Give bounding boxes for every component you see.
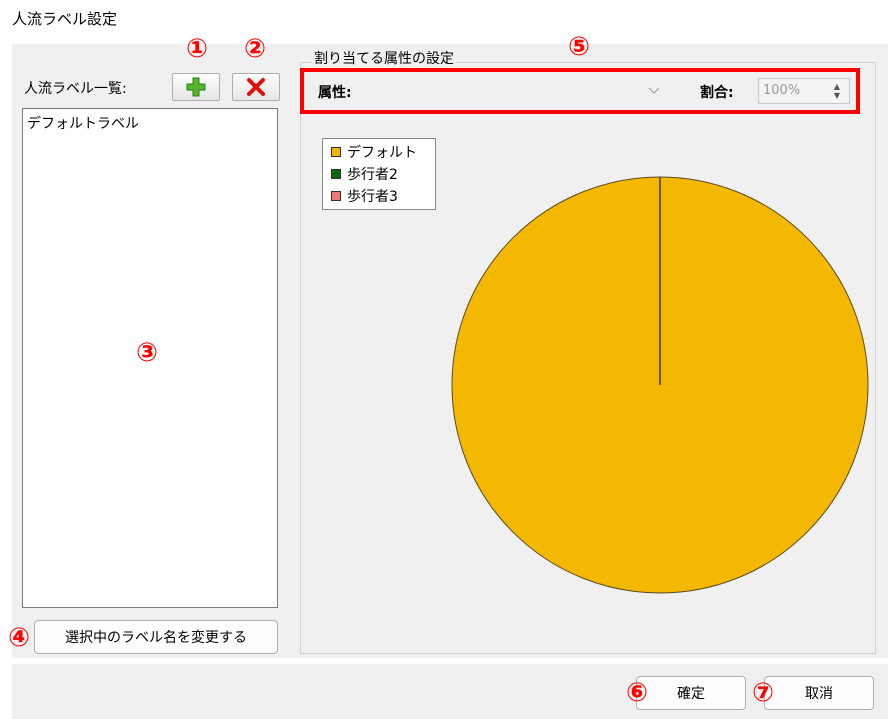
delete-label-button[interactable] (232, 73, 280, 101)
window-title: 人流ラベル設定 (12, 10, 118, 28)
annotation-1: ① (186, 34, 209, 64)
rename-label-button[interactable]: 選択中のラベル名を変更する (34, 620, 278, 654)
annotation-6: ⑥ (626, 678, 649, 708)
legend-label: デフォルト (347, 145, 417, 161)
annotation-5: ⑤ (568, 32, 591, 62)
legend-entry: 歩行者3 (331, 185, 435, 207)
label-list-heading: 人流ラベル一覧: (24, 81, 127, 97)
legend-swatch (331, 169, 341, 179)
list-item[interactable]: デフォルトラベル (23, 109, 277, 137)
legend-entry: 歩行者2 (331, 163, 435, 185)
attribute-group-title: 割り当てる属性の設定 (312, 48, 456, 68)
plus-icon (186, 77, 206, 97)
annotation-3: ③ (136, 338, 159, 368)
x-icon (247, 78, 265, 96)
legend-label: 歩行者2 (347, 167, 398, 183)
cancel-button[interactable]: 取消 (764, 676, 874, 710)
ok-button[interactable]: 確定 (636, 676, 746, 710)
annotation-2: ② (244, 34, 267, 64)
legend-swatch (331, 191, 341, 201)
chart-legend: デフォルト 歩行者2 歩行者3 (322, 138, 436, 210)
legend-entry: デフォルト (331, 141, 435, 163)
annotation-4: ④ (8, 623, 31, 653)
pie-chart (451, 176, 869, 594)
attribute-highlight-box (300, 68, 860, 114)
annotation-7: ⑦ (752, 678, 775, 708)
add-label-button[interactable] (172, 73, 220, 101)
legend-swatch (331, 147, 341, 157)
legend-label: 歩行者3 (347, 189, 398, 205)
